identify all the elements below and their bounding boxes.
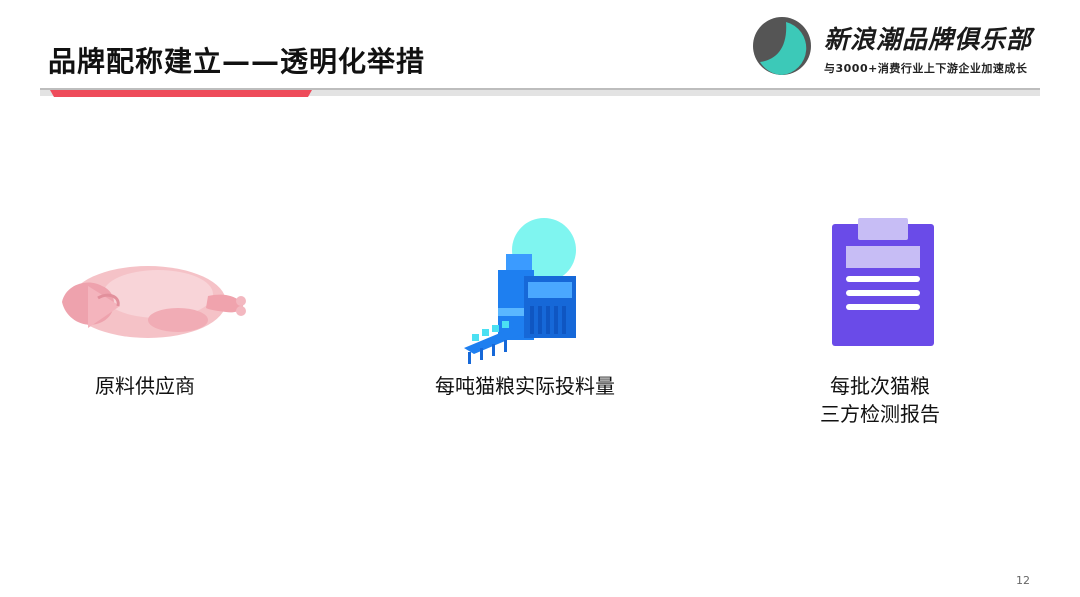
caption-line: 三方检测报告 <box>820 402 940 426</box>
title-divider <box>40 88 1040 97</box>
item-caption-feed-amount: 每吨猫粮实际投料量 <box>400 372 650 400</box>
item-caption-test-report: 每批次猫粮 三方检测报告 <box>780 372 980 428</box>
item-caption-supplier: 原料供应商 <box>40 372 250 400</box>
page-number: 12 <box>1016 574 1030 587</box>
clipboard-report-icon <box>832 218 934 346</box>
factory-production-icon <box>464 218 576 364</box>
slide-title: 品牌配称建立——透明化举措 <box>48 45 426 78</box>
brand-logo-name: 新浪潮品牌俱乐部 <box>824 25 1033 54</box>
caption-line: 每批次猫粮 <box>830 374 930 398</box>
caption-line: 原料供应商 <box>95 374 195 398</box>
caption-line: 每吨猫粮实际投料量 <box>435 374 615 398</box>
brand-logo-icon <box>753 17 811 75</box>
raw-chicken-icon <box>62 266 246 338</box>
brand-logo-tagline: 与3000+消费行业上下游企业加速成长 <box>824 62 1028 75</box>
